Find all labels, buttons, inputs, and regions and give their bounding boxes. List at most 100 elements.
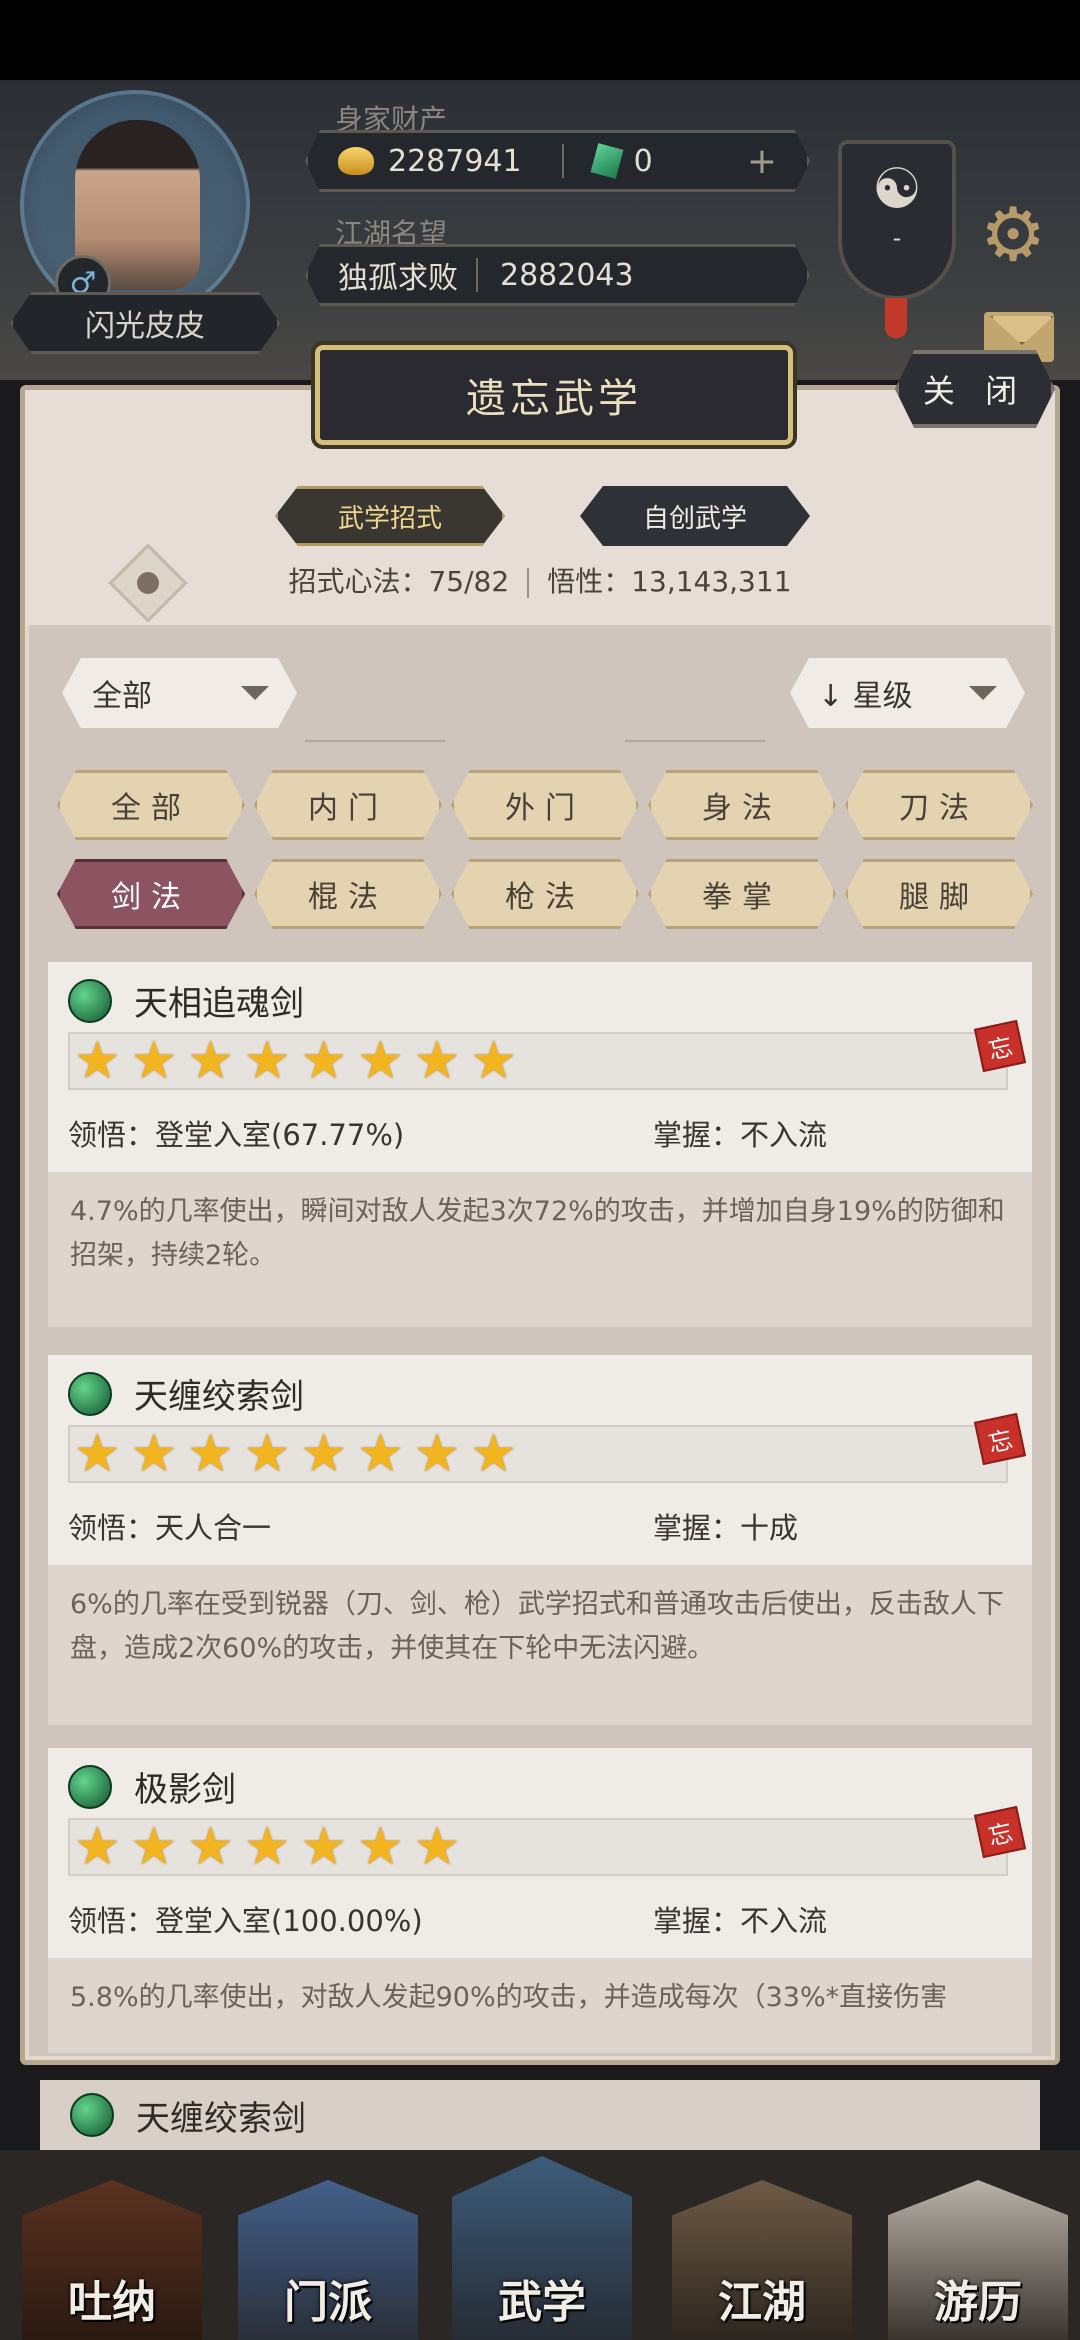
bottom-nav: 吐纳 门派 武学 江湖 游历 — [0, 2150, 1080, 2340]
gear-icon[interactable]: ⚙ — [980, 198, 1046, 272]
star-icon: ★ — [187, 1817, 234, 1877]
skill-description: 5.8%的几率使出，对敌人发起90%的攻击，并造成每次（33%*直接伤害 — [48, 1958, 1032, 2053]
skill-comprehension: 领悟：登堂入室(100.00%) — [68, 1904, 423, 1938]
skill-card[interactable]: 天缠绞索剑 ★ ★ ★ ★ ★ ★ ★ ★ 忘 领悟：天人合一 掌握：十成 6%的几率在受到锐… — [48, 1355, 1032, 1725]
skill-header: 天相追魂剑 — [68, 976, 304, 1025]
background-skill-card: 天缠绞索剑 — [40, 2080, 1040, 2150]
skill-header: 天缠绞索剑 — [68, 1369, 304, 1418]
tassel-decoration — [885, 298, 907, 338]
star-icon: ★ — [74, 1817, 121, 1877]
star-icon: ★ — [413, 1817, 461, 1877]
jade-icon — [590, 143, 624, 179]
star-icon: ★ — [74, 1424, 121, 1484]
sword-skill-icon — [68, 1371, 112, 1416]
category-inner[interactable]: 内门 — [254, 770, 442, 840]
category-spear[interactable]: 枪法 — [451, 859, 639, 929]
skill-stats: 招式心法：75/82 悟性：13,143,311 — [25, 560, 1055, 600]
category-leg[interactable]: 腿脚 — [845, 859, 1033, 929]
sword-skill-icon — [68, 1764, 112, 1809]
star-icon: ★ — [243, 1424, 291, 1484]
skill-name: 天缠绞索剑 — [134, 1377, 304, 1417]
tab-custom-skills[interactable]: 自创武学 — [580, 486, 810, 546]
nav-travel[interactable]: 游历 — [888, 2180, 1068, 2340]
panel-title: 遗忘武学 — [315, 345, 793, 445]
star-icon: ★ — [130, 1031, 178, 1091]
ornament-divider — [625, 740, 765, 742]
moves-count: 招式心法：75/82 — [288, 565, 510, 598]
star-rating: ★ ★ ★ ★ ★ ★ ★ ★ — [68, 1425, 1008, 1483]
category-blade[interactable]: 刀法 — [845, 770, 1033, 840]
reputation-value: 2882043 — [500, 257, 634, 293]
category-movement[interactable]: 身法 — [648, 770, 836, 840]
sword-skill-icon — [68, 978, 112, 1023]
skill-header: 极影剑 — [68, 1762, 236, 1811]
reputation-bar: 独孤求败 2882043 — [305, 244, 810, 306]
star-icon: ★ — [470, 1424, 517, 1484]
sort-value: ↓ 星级 — [818, 679, 913, 714]
nav-martial-arts[interactable]: 武学 — [452, 2156, 632, 2340]
star-icon: ★ — [187, 1424, 234, 1484]
skill-description: 6%的几率在受到锐器（刀、剑、枪）武学招式和普通攻击后使出，反击敌人下盘，造成2… — [48, 1565, 1032, 1725]
skill-card[interactable]: 极影剑 ★ ★ ★ ★ ★ ★ ★ 忘 领悟：登堂入室(100.00%) 掌握：不入流 5.… — [48, 1748, 1032, 2053]
star-icon: ★ — [357, 1424, 404, 1484]
filter-value: 全部 — [92, 679, 152, 714]
insight-value: 悟性：13,143,311 — [547, 565, 792, 598]
gold-amount: 2287941 — [388, 143, 522, 179]
wealth-bar: 2287941 0 + — [305, 130, 810, 192]
star-icon: ★ — [413, 1031, 461, 1091]
taiji-icon: ☯ — [871, 157, 923, 222]
star-icon: ★ — [130, 1817, 178, 1877]
gold-ingot-icon — [338, 147, 374, 175]
divider — [527, 568, 530, 598]
skill-mastery: 掌握：不入流 — [653, 1118, 828, 1152]
tab-martial-moves[interactable]: 武学招式 — [275, 486, 505, 546]
close-button[interactable]: 关 闭 — [895, 350, 1055, 428]
skill-name: 天缠绞索剑 — [136, 2098, 306, 2139]
jade-amount: 0 — [633, 143, 653, 179]
category-fist[interactable]: 拳掌 — [648, 859, 836, 929]
skill-name: 天相追魂剑 — [134, 984, 304, 1024]
player-name: 闪光皮皮 — [10, 292, 280, 354]
star-icon: ★ — [357, 1031, 404, 1091]
sect-badge[interactable]: ☯ - — [838, 140, 956, 300]
sort-dropdown[interactable]: ↓ 星级 — [790, 658, 1025, 728]
forget-tag: 忘 — [973, 1805, 1027, 1859]
badge-rank: - — [892, 224, 902, 252]
reputation-title: 独孤求败 — [338, 261, 458, 296]
forget-tag: 忘 — [973, 1019, 1027, 1073]
status-bar — [0, 0, 1080, 80]
star-icon: ★ — [357, 1817, 404, 1877]
sword-skill-icon — [70, 2093, 114, 2137]
category-all[interactable]: 全部 — [57, 770, 245, 840]
nav-sect[interactable]: 门派 — [238, 2180, 418, 2340]
divider — [476, 258, 478, 292]
nav-jianghu[interactable]: 江湖 — [672, 2180, 852, 2340]
star-icon: ★ — [413, 1424, 461, 1484]
star-icon: ★ — [300, 1424, 348, 1484]
filter-dropdown[interactable]: 全部 — [62, 658, 297, 728]
ornament-divider — [305, 740, 445, 742]
add-currency-button[interactable]: + — [747, 141, 777, 182]
star-icon: ★ — [74, 1031, 121, 1091]
star-icon: ★ — [243, 1031, 291, 1091]
category-staff[interactable]: 棍法 — [254, 859, 442, 929]
skill-name: 极影剑 — [134, 1770, 236, 1810]
category-outer[interactable]: 外门 — [451, 770, 639, 840]
forget-tag: 忘 — [973, 1412, 1027, 1466]
star-icon: ★ — [130, 1424, 178, 1484]
skill-mastery: 掌握：十成 — [653, 1511, 799, 1545]
skill-comprehension: 领悟：天人合一 — [68, 1511, 272, 1545]
forgotten-skills-panel: 武学招式 自创武学 招式心法：75/82 悟性：13,143,311 全部 ↓ 星… — [20, 385, 1060, 2065]
chevron-down-icon — [969, 686, 997, 700]
skill-description: 4.7%的几率使出，瞬间对敌人发起3次72%的攻击，并增加自身19%的防御和招架… — [48, 1172, 1032, 1327]
category-sword[interactable]: 剑法 — [57, 859, 245, 929]
star-rating: ★ ★ ★ ★ ★ ★ ★ ★ — [68, 1032, 1008, 1090]
chevron-down-icon — [241, 686, 269, 700]
star-icon: ★ — [187, 1031, 234, 1091]
star-icon: ★ — [243, 1817, 291, 1877]
star-icon: ★ — [300, 1817, 348, 1877]
skill-card[interactable]: 天相追魂剑 ★ ★ ★ ★ ★ ★ ★ ★ 忘 领悟：登堂入室(67.77%) 掌握：不入流 … — [48, 962, 1032, 1327]
divider — [561, 144, 564, 178]
nav-breathing[interactable]: 吐纳 — [22, 2180, 202, 2340]
skill-mastery: 掌握：不入流 — [653, 1904, 828, 1938]
